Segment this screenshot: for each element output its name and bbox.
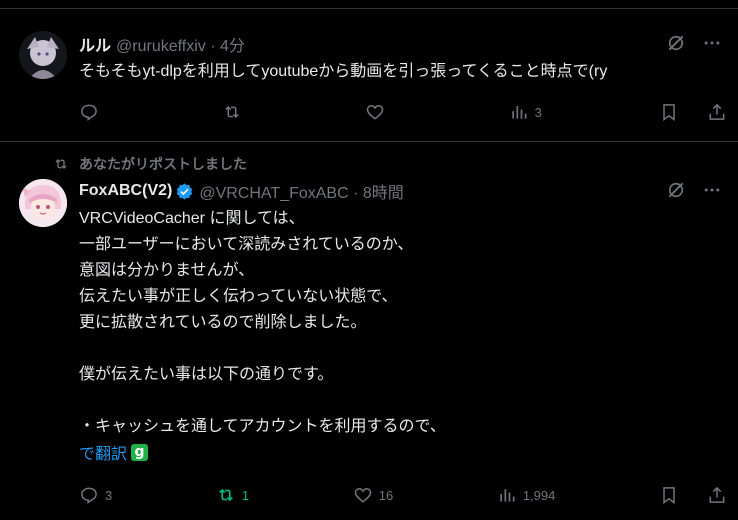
more-icon[interactable] xyxy=(702,33,722,53)
bookmark-icon xyxy=(663,487,675,504)
repost-button[interactable]: 1 xyxy=(216,485,249,505)
tweet-ruru[interactable]: ルル @rurukeffxiv · 4分 そもそもyt-dlpを利用してyout… xyxy=(0,9,738,142)
share-button[interactable] xyxy=(707,102,727,122)
views-icon xyxy=(511,106,527,119)
tweet-actions: 3 1 16 1,994 xyxy=(79,485,727,505)
views-icon xyxy=(500,489,515,502)
translate-label[interactable]: で翻訳 xyxy=(79,440,127,464)
handle-and-time[interactable]: @rurukeffxiv · 4分 xyxy=(116,32,245,56)
views-button[interactable]: 1,994 xyxy=(497,485,556,505)
reply-button[interactable] xyxy=(79,102,105,122)
avatar[interactable] xyxy=(19,179,67,227)
view-count: 3 xyxy=(534,104,542,120)
like-count: 16 xyxy=(378,487,394,503)
like-icon xyxy=(354,487,371,503)
tweet-header: ルル @rurukeffxiv · 4分 xyxy=(79,33,245,55)
views-button[interactable]: 3 xyxy=(509,102,542,122)
display-name[interactable]: FoxABC(V2) xyxy=(79,182,172,200)
like-icon xyxy=(367,104,384,120)
tweet-foxabc[interactable]: あなたがリポストしました FoxABC(V2) @VRCHAT_FoxABC ·… xyxy=(0,142,738,520)
repost-banner-text[interactable]: あなたがリポストしました xyxy=(79,154,247,174)
handle-and-time[interactable]: @VRCHAT_FoxABC · 8時間 xyxy=(199,179,403,203)
display-name[interactable]: ルル xyxy=(79,32,111,56)
repost-count: 1 xyxy=(241,487,250,503)
tweet-header: FoxABC(V2) @VRCHAT_FoxABC · 8時間 xyxy=(79,180,404,202)
repost-icon xyxy=(219,488,233,502)
tweet-actions: 3 xyxy=(79,102,727,122)
translate-link[interactable]: で翻訳 g xyxy=(79,440,149,464)
right-actions xyxy=(659,485,727,505)
grok-icon[interactable] xyxy=(666,180,686,200)
repost-icon xyxy=(225,105,239,119)
like-button[interactable] xyxy=(365,102,391,122)
tweet-text: そもそもyt-dlpを利用してyoutubeから動画を引っ張ってくること時点で(… xyxy=(79,63,608,80)
grok-icon[interactable] xyxy=(666,33,686,53)
bookmark-button[interactable] xyxy=(659,102,679,122)
repost-banner: あなたがリポストしました xyxy=(53,154,247,174)
right-actions xyxy=(659,102,727,122)
tweet-top-actions xyxy=(666,180,722,200)
more-icon[interactable] xyxy=(702,180,722,200)
reply-button[interactable]: 3 xyxy=(79,485,112,505)
like-button[interactable]: 16 xyxy=(353,485,393,505)
verified-icon xyxy=(175,182,194,201)
reply-icon xyxy=(81,487,97,504)
bookmark-icon xyxy=(663,104,675,121)
view-count: 1,994 xyxy=(522,487,556,503)
reply-count: 3 xyxy=(105,487,113,503)
repost-button[interactable] xyxy=(222,102,248,122)
repost-icon xyxy=(55,159,67,169)
share-button[interactable] xyxy=(707,485,727,505)
bookmark-button[interactable] xyxy=(659,485,679,505)
tweet-top-actions xyxy=(666,33,722,53)
translator-logo-icon: g xyxy=(131,443,149,461)
share-icon xyxy=(709,103,725,120)
reply-icon xyxy=(81,104,97,121)
avatar[interactable] xyxy=(19,31,67,79)
tweet-text: VRCVideoCacher に関しては、 一部ユーザーにおいて深読みされている… xyxy=(79,210,446,435)
share-icon xyxy=(709,486,725,503)
